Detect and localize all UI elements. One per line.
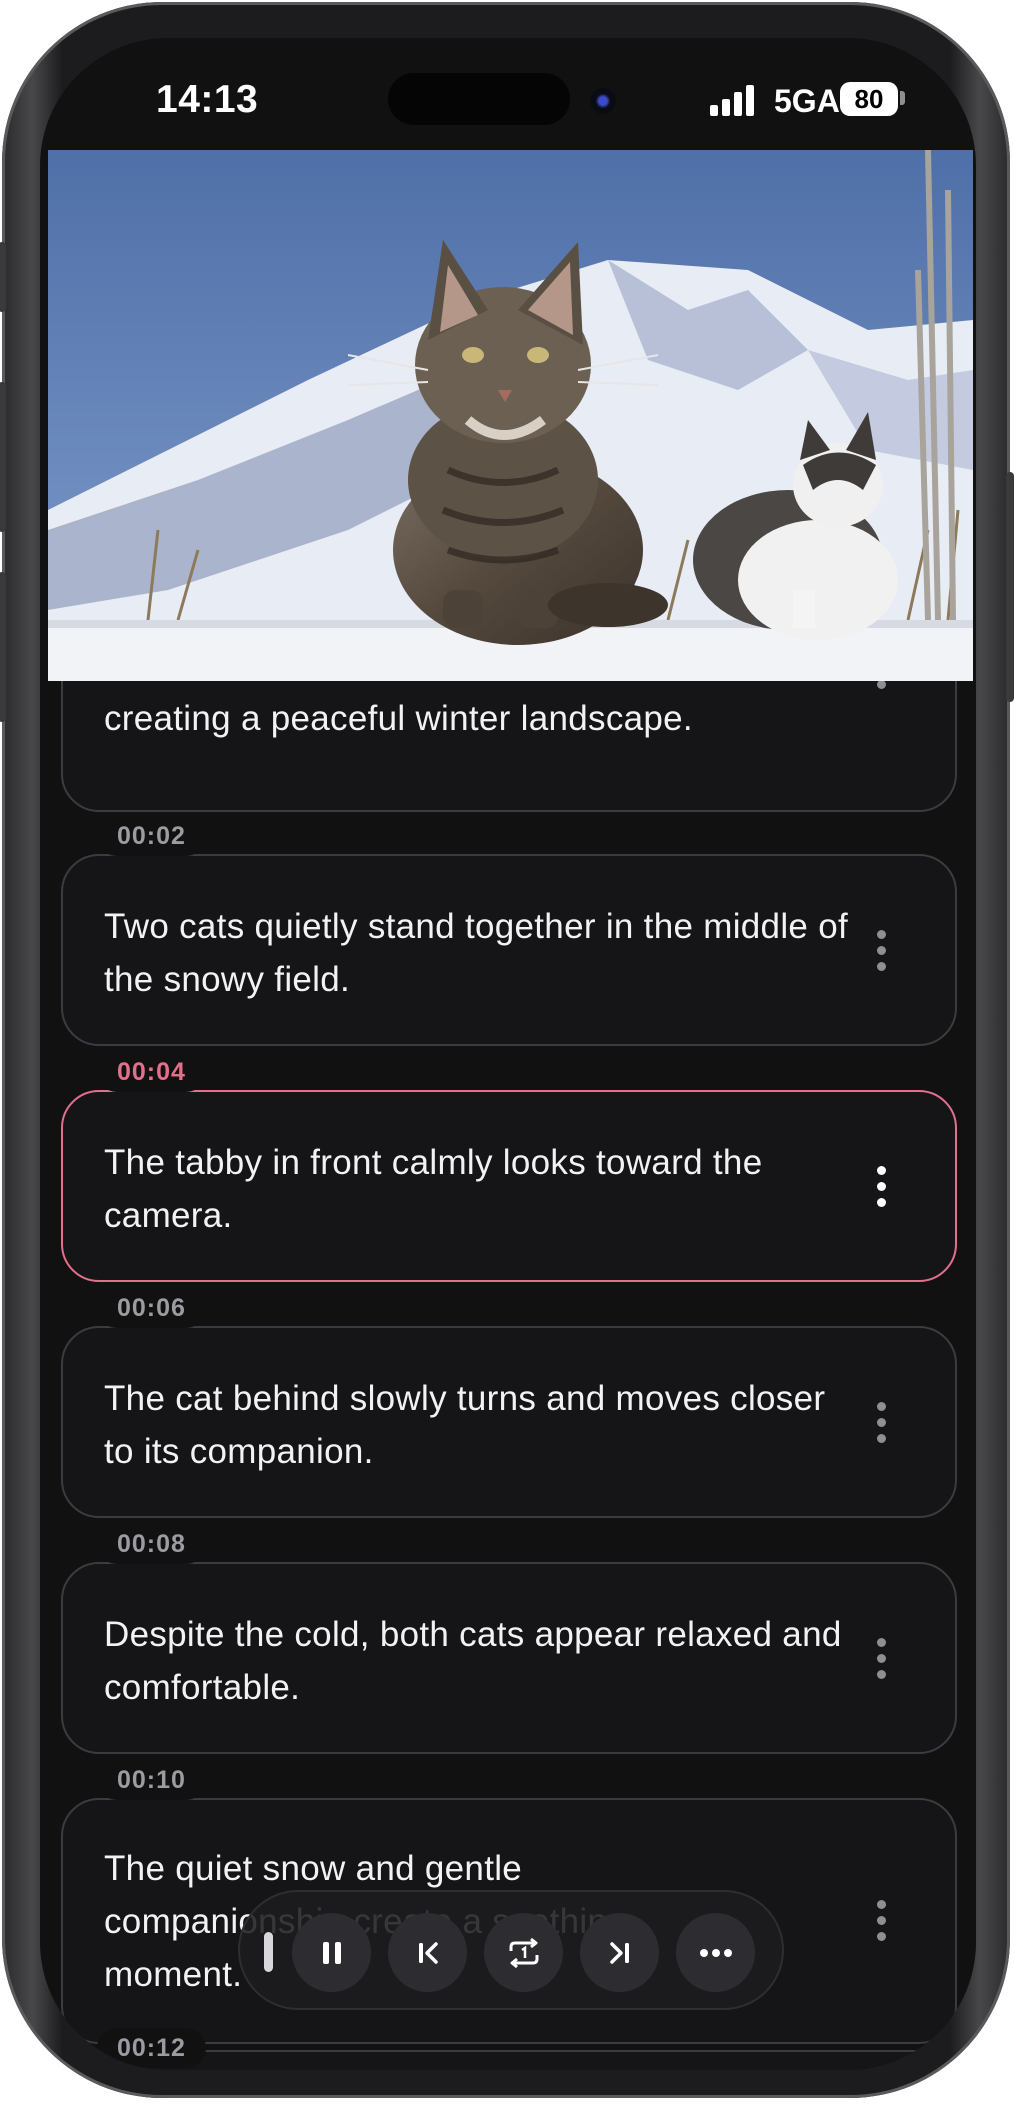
next-icon [609,1941,629,1964]
drag-handle-icon[interactable] [264,1932,273,1972]
timestamp-label[interactable]: 00:06 [97,1288,206,1328]
more-button[interactable] [676,1913,755,1992]
subtitle-text: The tabby in front calmly looks toward t… [104,1143,763,1235]
subtitle-card[interactable]: The cat behind slowly turns and moves cl… [61,1326,957,1518]
volume-up-button [0,382,6,532]
subtitle-card[interactable]: Despite the cold, both cats appear relax… [61,1562,957,1754]
previous-button[interactable] [388,1913,467,1992]
subtitle-text: Two cats quietly stand together in the m… [104,907,848,999]
battery-tip [900,91,905,105]
timestamp-label[interactable]: 00:10 [97,1760,206,1800]
video-frame-image [48,150,973,681]
more-options-icon[interactable] [875,1900,887,1944]
subtitle-card-active[interactable]: The tabby in front calmly looks toward t… [61,1090,957,1282]
player-controls-bar [238,1890,784,2010]
subtitle-card[interactable]: Two cats quietly stand together in the m… [61,854,957,1046]
timestamp-label-active[interactable]: 00:04 [97,1052,206,1092]
more-options-icon[interactable] [875,680,887,724]
next-button[interactable] [580,1913,659,1992]
status-bar: 14:13 5GA 80 [40,38,976,150]
timestamp-label[interactable]: 00:08 [97,1524,206,1564]
video-frame[interactable] [48,150,973,681]
network-type: 5GA [774,83,840,119]
subtitle-text: The cat behind slowly turns and moves cl… [104,1379,826,1471]
pause-icon [322,1941,341,1964]
more-icon [699,1948,732,1957]
pause-button[interactable] [292,1913,371,1992]
previous-icon [418,1941,438,1964]
more-options-icon[interactable] [875,930,887,974]
battery-icon: 80 [840,82,898,116]
more-options-icon[interactable] [875,1166,887,1210]
timestamp-label[interactable]: 00:12 [97,2028,206,2068]
repeat-one-button[interactable] [484,1913,563,1992]
dynamic-island [388,73,570,125]
more-options-icon[interactable] [875,1638,887,1682]
subtitle-text: creating a peaceful winter landscape. [104,699,693,738]
front-camera-icon [590,88,616,114]
status-time: 14:13 [156,78,259,121]
timestamp-label[interactable]: 00:02 [97,816,206,856]
repeat-one-icon [509,1937,538,1968]
subtitle-text: Despite the cold, both cats appear relax… [104,1615,842,1707]
action-button [0,242,6,312]
volume-down-button [0,572,6,722]
power-button [1006,472,1014,702]
phone-frame: 14:13 5GA 80 creating a peaceful winter … [0,2,1014,2098]
cellular-signal-icon [710,84,754,116]
screen: 14:13 5GA 80 creating a peaceful winter … [40,38,976,2070]
more-options-icon[interactable] [875,1402,887,1446]
